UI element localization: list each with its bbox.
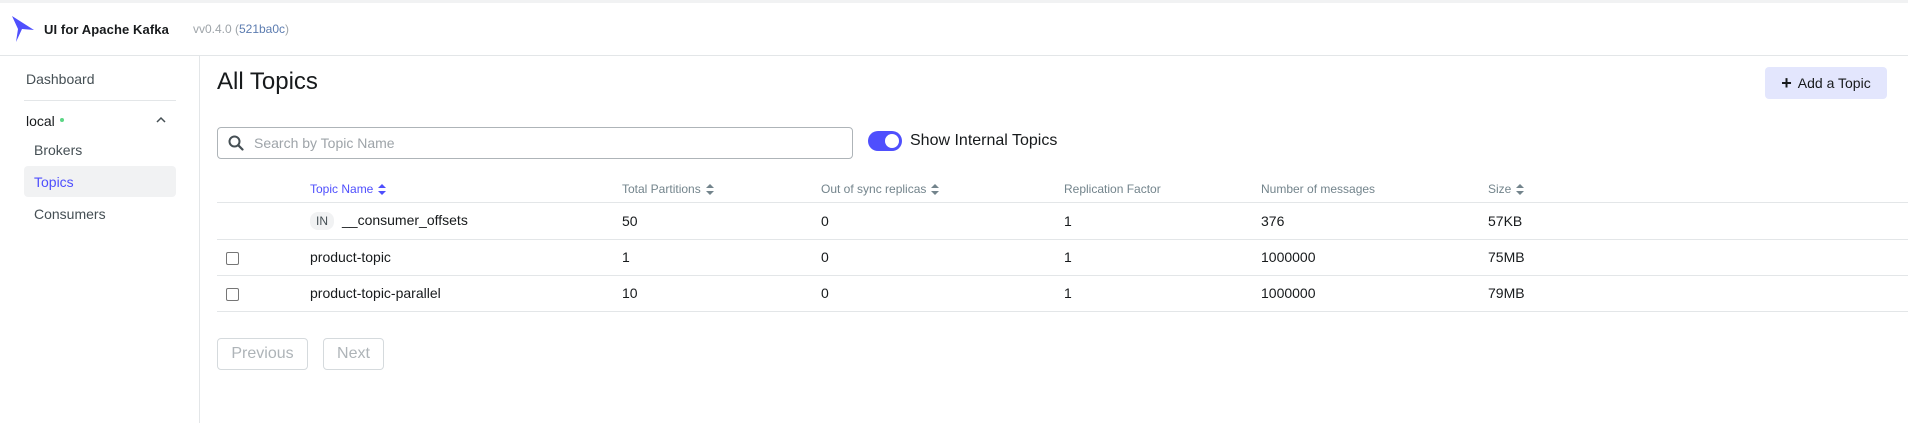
table-row: product-topic 1 0 1 1000000 75MB — [217, 240, 1908, 276]
brand-title: UI for Apache Kafka — [44, 21, 169, 37]
kafka-ui-logo-icon — [12, 16, 34, 42]
app-version: vv0.4.0 (521ba0c) — [192, 22, 290, 36]
sort-icon — [705, 183, 714, 195]
sidebar-item-consumers[interactable]: Consumers — [24, 198, 176, 229]
sidebar-divider — [24, 100, 176, 101]
out-of-sync-cell: 0 — [821, 213, 829, 229]
sidebar-cluster-local[interactable]: local — [26, 109, 176, 133]
partitions-cell: 10 — [622, 285, 638, 301]
top-navbar: UI for Apache Kafka vv0.4.0 (521ba0c) — [0, 0, 1908, 56]
size-cell: 75MB — [1488, 249, 1525, 265]
sort-icon — [931, 183, 940, 195]
table-header: Topic Name Total Partitions Out of sync … — [217, 177, 1908, 203]
search-input[interactable] — [254, 135, 834, 151]
previous-page-button[interactable]: Previous — [217, 338, 308, 370]
header-topic-name[interactable]: Topic Name — [310, 182, 387, 196]
app-root: UI for Apache Kafka vv0.4.0 (521ba0c) Da… — [0, 0, 1908, 423]
cluster-status-dot — [59, 118, 64, 122]
table-row: IN __consumer_offsets 50 0 1 376 57KB — [217, 204, 1908, 240]
topic-name-cell: IN __consumer_offsets — [310, 212, 468, 230]
chevron-up-icon[interactable] — [154, 113, 168, 127]
topic-link[interactable]: __consumer_offsets — [342, 212, 468, 228]
out-of-sync-cell: 0 — [821, 285, 829, 301]
row-checkbox[interactable] — [226, 288, 239, 301]
commit-link[interactable]: 521ba0c — [239, 22, 285, 36]
table-row: product-topic-parallel 10 0 1 1000000 79… — [217, 276, 1908, 312]
messages-cell: 1000000 — [1261, 285, 1316, 301]
partitions-cell: 50 — [622, 213, 638, 229]
header-size[interactable]: Size — [1488, 182, 1525, 196]
toggle-knob — [885, 134, 899, 148]
partitions-cell: 1 — [622, 249, 630, 265]
size-cell: 79MB — [1488, 285, 1525, 301]
add-topic-button[interactable]: + Add a Topic — [1765, 67, 1887, 99]
header-messages-label: Number of messages — [1261, 182, 1376, 196]
page-title: All Topics — [217, 68, 318, 95]
header-number-of-messages: Number of messages — [1261, 182, 1375, 196]
sidebar-item-dashboard[interactable]: Dashboard — [26, 71, 95, 87]
sort-icon — [1516, 183, 1525, 195]
messages-cell: 376 — [1261, 213, 1285, 229]
plus-icon: + — [1781, 73, 1792, 93]
messages-cell: 1000000 — [1261, 249, 1316, 265]
cluster-name: local — [26, 113, 55, 129]
sidebar-item-brokers[interactable]: Brokers — [24, 134, 176, 165]
toggle-switch[interactable] — [868, 131, 902, 151]
replication-cell: 1 — [1064, 285, 1072, 301]
header-size-label: Size — [1488, 182, 1512, 196]
header-replication-factor: Replication Factor — [1064, 182, 1161, 196]
search-box — [217, 127, 853, 159]
sidebar: Dashboard local Brokers Topics Consumers — [0, 56, 200, 423]
search-icon — [228, 135, 244, 151]
out-of-sync-cell: 0 — [821, 249, 829, 265]
sidebar-item-topics[interactable]: Topics — [24, 166, 176, 197]
replication-cell: 1 — [1064, 213, 1072, 229]
replication-cell: 1 — [1064, 249, 1072, 265]
header-replication-label: Replication Factor — [1064, 182, 1161, 196]
main-content: All Topics + Add a Topic Show Internal T… — [201, 56, 1908, 423]
header-out-of-sync-label: Out of sync replicas — [821, 182, 927, 196]
row-checkbox[interactable] — [226, 252, 239, 265]
add-topic-label: Add a Topic — [1797, 75, 1871, 91]
topic-link[interactable]: product-topic-parallel — [310, 285, 441, 301]
header-total-partitions[interactable]: Total Partitions — [622, 182, 714, 196]
topic-link[interactable]: product-topic — [310, 249, 391, 265]
next-page-button[interactable]: Next — [323, 338, 384, 370]
sort-icon — [378, 183, 387, 195]
internal-badge: IN — [310, 212, 334, 230]
header-out-of-sync[interactable]: Out of sync replicas — [821, 182, 940, 196]
brand[interactable]: UI for Apache Kafka — [0, 3, 169, 55]
header-total-partitions-label: Total Partitions — [622, 182, 701, 196]
toggle-label: Show Internal Topics — [910, 132, 1058, 149]
header-topic-name-label: Topic Name — [310, 182, 374, 196]
show-internal-topics-toggle[interactable]: Show Internal Topics — [868, 131, 1057, 151]
size-cell: 57KB — [1488, 213, 1523, 229]
